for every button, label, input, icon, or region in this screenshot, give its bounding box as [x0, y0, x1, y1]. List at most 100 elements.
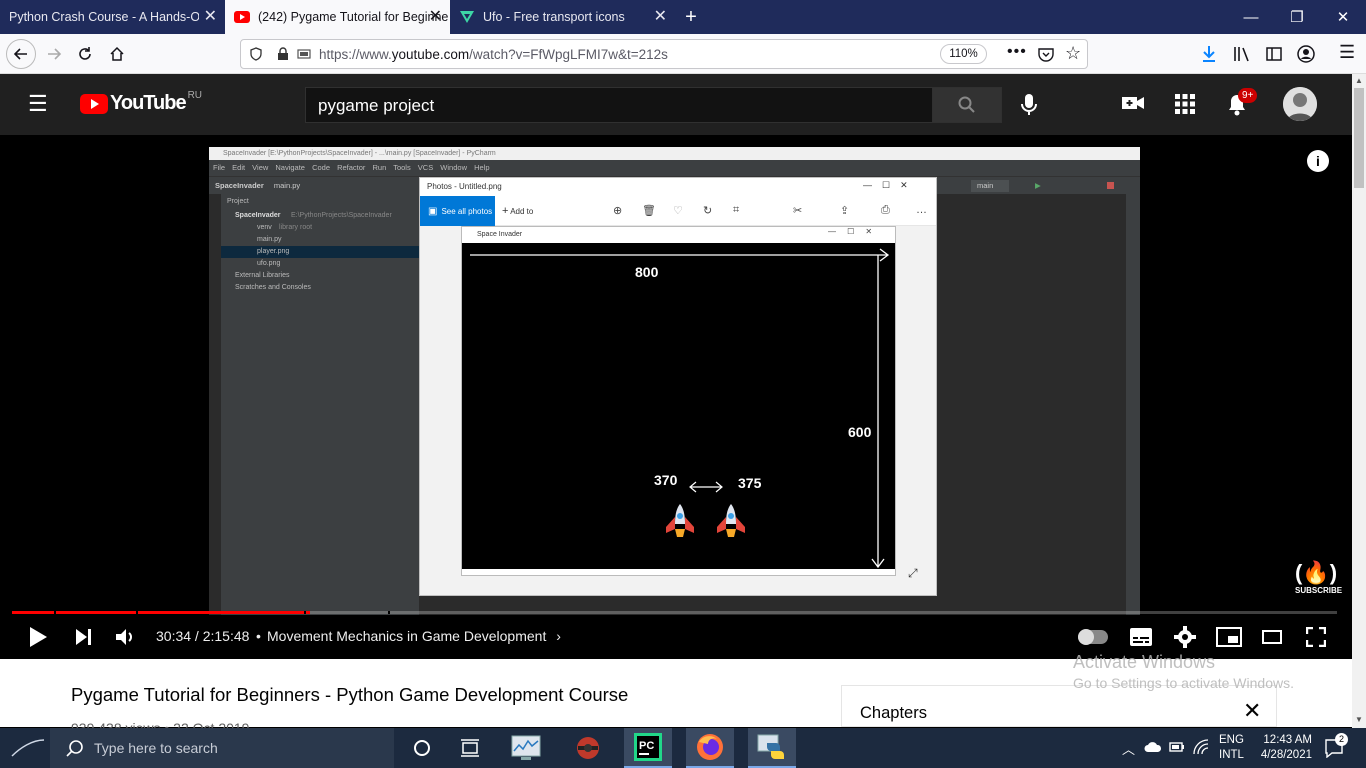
avatar[interactable]: [1283, 87, 1317, 121]
tab-title: (242) Pygame Tutorial for Beginners: [258, 10, 448, 24]
back-button[interactable]: [6, 39, 36, 69]
wifi-icon[interactable]: [1193, 739, 1209, 755]
tree-root-path: E:\PythonProjects\SpaceInvader: [291, 212, 392, 219]
video-title: Pygame Tutorial for Beginners - Python G…: [71, 684, 629, 705]
page-actions-icon[interactable]: •••: [1007, 43, 1027, 61]
channel-watermark[interactable]: (🔥) SUBSCRIBE: [1295, 560, 1342, 600]
edit-icon: ✂: [793, 205, 803, 217]
chevron-right-icon: ›: [556, 628, 561, 644]
youtube-play-icon: [80, 93, 108, 114]
clock-date: 4/28/2021: [1260, 749, 1312, 761]
microphone-icon[interactable]: [1020, 93, 1038, 117]
url-text: https://www.youtube.com/watch?v=FfWpgLFM…: [319, 47, 668, 62]
delete-icon: 🗑: [642, 205, 656, 217]
height-label: 600: [848, 424, 872, 440]
spaceship-icon: [666, 504, 694, 537]
apps-grid-icon[interactable]: [1175, 94, 1195, 114]
right-x-label: 375: [738, 475, 762, 491]
tray-chevron-up-icon[interactable]: ︿: [1122, 739, 1135, 758]
crop-icon: ⌗: [733, 204, 740, 216]
close-icon[interactable]: ✕: [204, 9, 217, 25]
menu-icon[interactable]: ☰: [1339, 42, 1355, 63]
account-icon[interactable]: [1297, 45, 1315, 63]
tab-pygame-tutorial[interactable]: (242) Pygame Tutorial for Beginners ✕: [225, 0, 450, 34]
chapter-marker: [304, 611, 306, 614]
pocket-icon[interactable]: [1038, 47, 1054, 62]
taskbar-app-monitor[interactable]: [502, 728, 550, 768]
tab-ufo-icons[interactable]: Ufo - Free transport icons ✕: [450, 0, 675, 34]
youtube-header: ☰ YouTube RU pygame project 9+: [0, 74, 1366, 135]
sidebar-icon[interactable]: [1266, 46, 1282, 62]
library-icon[interactable]: [1233, 46, 1251, 62]
info-icon[interactable]: i: [1307, 150, 1329, 172]
download-icon[interactable]: [1201, 45, 1217, 63]
minimize-button[interactable]: —: [1228, 0, 1274, 34]
theater-mode-icon[interactable]: [1262, 630, 1282, 644]
task-view-button[interactable]: [446, 728, 494, 768]
tree-venv-note: library root: [279, 224, 313, 231]
arrow-right-icon: [48, 48, 62, 60]
chapter-title[interactable]: Movement Mechanics in Game Development ›: [267, 628, 561, 644]
region-code: RU: [187, 90, 203, 101]
miniplayer-icon[interactable]: [1216, 627, 1242, 647]
pycharm-icon: PC: [634, 733, 662, 761]
restore-button[interactable]: ❐: [1274, 0, 1320, 34]
scroll-thumb[interactable]: [1354, 88, 1364, 188]
pygame-window: Space Invader — ☐ ✕ 800 600 370 375: [461, 226, 896, 576]
scroll-down-icon[interactable]: ▼: [1355, 715, 1363, 724]
firefox-icon: [697, 734, 723, 760]
taskbar-app-pycharm[interactable]: PC: [624, 728, 672, 768]
taskbar-search-box[interactable]: Type here to search: [50, 728, 394, 768]
url-prefix: https://www.: [319, 47, 392, 62]
battery-icon[interactable]: [1169, 740, 1185, 754]
close-window-button[interactable]: ✕: [1320, 0, 1366, 34]
ide-menu: File Edit View Navigate Code Refactor Ru…: [209, 160, 1140, 176]
taskbar-app-python[interactable]: [748, 728, 796, 768]
language-indicator[interactable]: ENG INTL: [1219, 733, 1244, 763]
scroll-up-icon[interactable]: ▲: [1355, 76, 1363, 85]
page-scrollbar[interactable]: ▲ ▼: [1352, 74, 1366, 728]
tree-venv: venv: [257, 224, 272, 231]
image-icon: ▣: [428, 205, 438, 217]
tab-python-crash-course[interactable]: Python Crash Course - A Hands-On ✕: [0, 0, 225, 34]
permissions-icon[interactable]: [297, 47, 311, 61]
volume-icon[interactable]: [115, 627, 137, 647]
clock[interactable]: 12:43 AM 4/28/2021: [1252, 733, 1312, 763]
fullscreen-icon[interactable]: [1306, 627, 1326, 647]
create-video-icon[interactable]: [1122, 95, 1144, 111]
cortana-button[interactable]: [398, 728, 446, 768]
zoom-icon: ⊕: [613, 205, 623, 217]
bookmark-star-icon[interactable]: ☆: [1065, 43, 1081, 64]
close-icon[interactable]: ✕: [654, 9, 667, 25]
taskbar-app-game[interactable]: [564, 728, 612, 768]
python-icon: [757, 734, 784, 759]
new-tab-button[interactable]: +: [676, 0, 706, 34]
youtube-logo[interactable]: YouTube RU: [80, 90, 203, 115]
chapter-marker: [388, 611, 390, 614]
search-query: pygame project: [318, 96, 435, 115]
play-icon[interactable]: [28, 626, 48, 648]
start-button-icon[interactable]: [10, 736, 46, 760]
lock-icon[interactable]: [277, 47, 289, 61]
close-icon[interactable]: ✕: [429, 9, 442, 25]
zoom-badge[interactable]: 110%: [940, 44, 987, 64]
add-to-label: Add to: [510, 207, 534, 216]
taskbar-app-firefox[interactable]: [686, 728, 734, 768]
reload-button[interactable]: [71, 40, 99, 68]
onedrive-cloud-icon[interactable]: [1144, 741, 1162, 753]
chapter-label: Movement Mechanics in Game Development: [267, 628, 547, 644]
next-icon[interactable]: [75, 628, 93, 646]
search-input[interactable]: pygame project: [305, 87, 933, 123]
close-icon[interactable]: ✕: [1243, 698, 1261, 724]
more-icon: …: [916, 204, 927, 216]
search-button[interactable]: [932, 87, 1002, 123]
progress-bar[interactable]: [12, 611, 1337, 614]
forward-button[interactable]: [40, 40, 68, 68]
autoplay-toggle[interactable]: [1078, 629, 1108, 645]
settings-gear-icon[interactable]: [1174, 626, 1196, 648]
shield-icon[interactable]: [249, 47, 263, 61]
subtitles-icon[interactable]: [1130, 628, 1152, 646]
hamburger-menu-icon[interactable]: ☰: [28, 91, 48, 117]
url-bar[interactable]: https://www.youtube.com/watch?v=FfWpgLFM…: [240, 39, 1088, 69]
home-button[interactable]: [103, 40, 131, 68]
